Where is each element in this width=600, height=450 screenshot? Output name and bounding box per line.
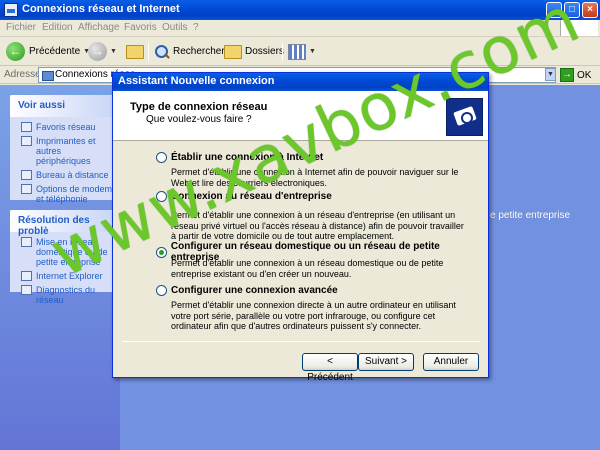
menu-fichier[interactable]: Fichier bbox=[6, 22, 36, 33]
new-connection-wizard: Assistant Nouvelle connexion Type de con… bbox=[112, 72, 489, 383]
radio-advanced[interactable] bbox=[156, 285, 167, 296]
folders-icon bbox=[224, 44, 242, 59]
address-label: Adresse bbox=[4, 69, 41, 80]
minimize-button[interactable]: _ bbox=[546, 2, 562, 18]
see-also-item[interactable]: Options de modems et téléphonie bbox=[10, 182, 120, 206]
network-connection-icon bbox=[446, 98, 483, 136]
search-button[interactable]: Rechercher bbox=[154, 41, 225, 62]
toolbar-separator bbox=[148, 43, 149, 61]
back-label: Précédente bbox=[29, 46, 81, 57]
address-dropdown-icon[interactable]: ▼ bbox=[545, 68, 556, 81]
maximize-button[interactable]: □ bbox=[564, 2, 580, 18]
back-button[interactable]: ← Précédente ▼ bbox=[6, 41, 90, 62]
troubleshoot-item[interactable]: Internet Explorer bbox=[10, 269, 120, 283]
see-also-item[interactable]: Bureau à distance bbox=[10, 168, 120, 182]
troubleshoot-title[interactable]: Résolution des problè bbox=[10, 210, 120, 237]
option-label: Connexion au réseau d'entreprise bbox=[171, 191, 332, 202]
troubleshoot-item[interactable]: Mise en réseau domestique ou de petite e… bbox=[10, 235, 120, 269]
menu-edition[interactable]: Edition bbox=[42, 22, 73, 33]
chevron-down-icon: ▼ bbox=[110, 48, 117, 55]
windows-logo-icon bbox=[560, 20, 598, 36]
radio-enterprise[interactable] bbox=[156, 191, 167, 202]
option-desc: Permet d'établir une connexion à Interne… bbox=[171, 167, 459, 188]
views-button[interactable]: ▼ bbox=[288, 41, 316, 62]
window-title: Connexions réseau et Internet bbox=[22, 3, 180, 15]
title-bar: Connexions réseau et Internet _ □ × bbox=[0, 0, 600, 20]
help-icon bbox=[21, 285, 32, 295]
option-desc: Permet d'établir une connexion directe à… bbox=[171, 300, 456, 331]
wizard-header: Type de connexion réseau Que voulez-vous… bbox=[113, 91, 488, 141]
radio-home-network[interactable] bbox=[156, 246, 167, 258]
option-internet[interactable]: Établir une connexion à Internet bbox=[156, 152, 323, 163]
go-label: OK bbox=[577, 69, 592, 81]
folders-label: Dossiers bbox=[245, 46, 284, 57]
wizard-heading: Type de connexion réseau bbox=[130, 101, 268, 113]
option-enterprise[interactable]: Connexion au réseau d'entreprise bbox=[156, 191, 332, 202]
go-arrow-icon: → bbox=[560, 68, 574, 82]
option-advanced[interactable]: Configurer une connexion avancée bbox=[156, 285, 338, 296]
see-also-title[interactable]: Voir aussi bbox=[10, 95, 120, 117]
see-also-item[interactable]: Favoris réseau bbox=[10, 120, 120, 134]
up-folder-button[interactable] bbox=[126, 41, 144, 62]
search-label: Rechercher bbox=[173, 46, 225, 57]
next-button[interactable]: Suivant > bbox=[358, 353, 414, 371]
printer-icon bbox=[21, 136, 32, 146]
modem-icon bbox=[21, 184, 32, 194]
menu-outils[interactable]: Outils bbox=[162, 22, 188, 33]
task-pane: Voir aussi Favoris réseau Imprimantes et… bbox=[0, 85, 120, 450]
wizard-title: Assistant Nouvelle connexion bbox=[113, 73, 488, 91]
menu-help[interactable]: ? bbox=[193, 22, 199, 33]
back-arrow-icon: ← bbox=[6, 42, 25, 61]
network-folder-icon bbox=[4, 3, 18, 17]
menu-bar: Fichier Edition Affichage Favoris Outils… bbox=[0, 20, 600, 37]
up-folder-icon bbox=[126, 44, 144, 59]
background-task-link[interactable]: e petite entreprise bbox=[490, 210, 570, 221]
button-separator bbox=[122, 341, 480, 342]
option-desc: Permet d'établir une connexion à un rése… bbox=[171, 258, 444, 279]
radio-internet[interactable] bbox=[156, 152, 167, 163]
forward-arrow-icon: → bbox=[88, 42, 107, 61]
troubleshoot-item[interactable]: Diagnostics du réseau bbox=[10, 283, 120, 307]
see-also-item[interactable]: Imprimantes et autres périphériques bbox=[10, 134, 120, 168]
option-desc: Permet d'établir une connexion à un rése… bbox=[171, 210, 464, 241]
menu-affichage[interactable]: Affichage bbox=[78, 22, 120, 33]
back-wizard-button[interactable]: < Précédent bbox=[302, 353, 358, 383]
close-button[interactable]: × bbox=[582, 2, 598, 18]
toolbar: ← Précédente ▼ → ▼ Rechercher Dossiers ▼ bbox=[0, 37, 600, 66]
remote-desktop-icon bbox=[21, 170, 32, 180]
toolbar-separator bbox=[282, 43, 283, 61]
chevron-down-icon: ▼ bbox=[309, 48, 316, 55]
search-icon bbox=[154, 44, 170, 60]
option-label: Configurer une connexion avancée bbox=[171, 285, 338, 296]
wizard-subheading: Que voulez-vous faire ? bbox=[146, 114, 252, 125]
see-also-panel: Voir aussi Favoris réseau Imprimantes et… bbox=[10, 95, 120, 204]
views-icon bbox=[288, 43, 306, 60]
troubleshoot-panel: Résolution des problè Mise en réseau dom… bbox=[10, 210, 120, 305]
option-label: Établir une connexion à Internet bbox=[171, 152, 324, 163]
menu-favoris[interactable]: Favoris bbox=[124, 22, 157, 33]
go-button[interactable]: → OK bbox=[560, 67, 591, 83]
help-icon bbox=[21, 237, 32, 247]
forward-button[interactable]: → ▼ bbox=[88, 41, 117, 62]
network-places-icon bbox=[21, 122, 32, 132]
cancel-button[interactable]: Annuler bbox=[423, 353, 479, 371]
folders-button[interactable]: Dossiers bbox=[224, 41, 284, 62]
help-icon bbox=[21, 271, 32, 281]
